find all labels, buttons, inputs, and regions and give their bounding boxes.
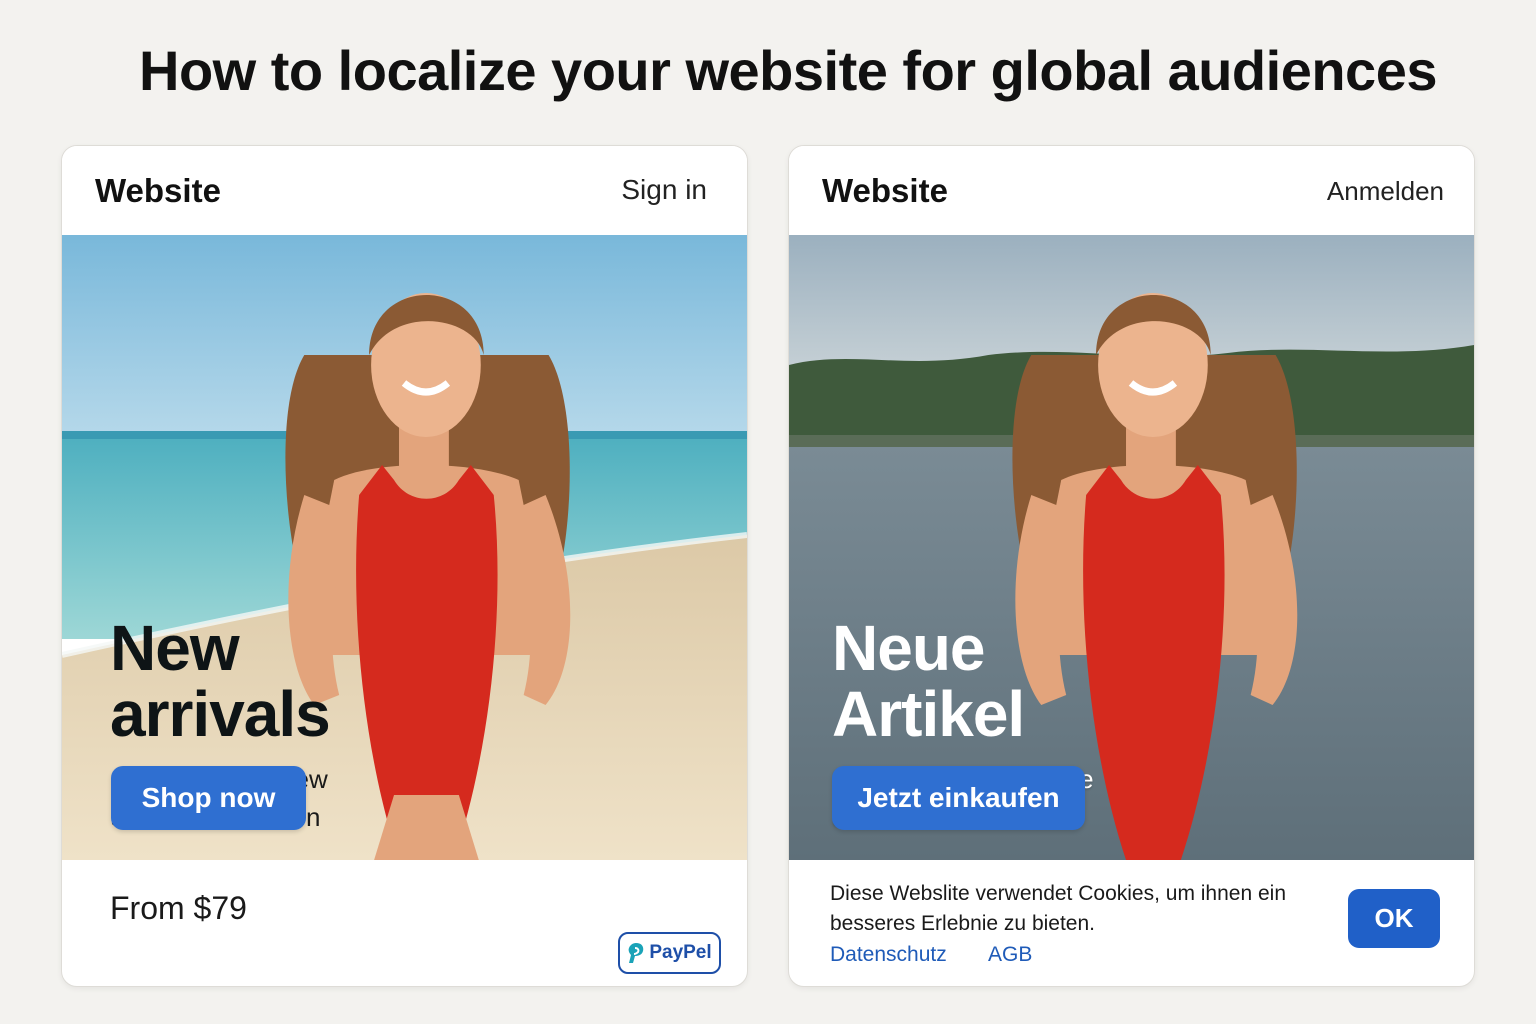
cookie-message: Diese Webslite verwendet Cookies, um ihn… bbox=[830, 882, 1287, 935]
sign-in-link[interactable]: Sign in bbox=[621, 174, 707, 206]
hero-headline: New arrivals bbox=[110, 612, 331, 750]
page-title: How to localize your website for global … bbox=[139, 39, 1437, 102]
terms-link[interactable]: AGB bbox=[988, 943, 1032, 967]
german-website-card: Website Anmelden Neue Artikel Jetzt eink… bbox=[788, 145, 1475, 987]
site-logo[interactable]: Website bbox=[95, 172, 221, 210]
site-logo[interactable]: Website bbox=[822, 172, 948, 210]
shop-now-button[interactable]: Jetzt einkaufen bbox=[832, 766, 1085, 830]
shop-now-button[interactable]: Shop now bbox=[111, 766, 306, 830]
hero-headline: Neue Artikel bbox=[832, 612, 1025, 750]
price-label: From $79 bbox=[110, 890, 247, 926]
cookie-ok-button[interactable]: OK bbox=[1348, 889, 1440, 948]
paypal-label: PayPel bbox=[649, 942, 712, 963]
site-header: Website Sign in bbox=[62, 146, 747, 235]
privacy-link[interactable]: Datenschutz bbox=[830, 943, 947, 967]
site-header: Website Anmelden bbox=[789, 146, 1474, 235]
paypal-logo-icon bbox=[628, 943, 644, 963]
sign-in-link[interactable]: Anmelden bbox=[1327, 176, 1444, 207]
english-website-card: Website Sign in New arrivals Shop now Fr… bbox=[61, 145, 748, 987]
paypal-badge[interactable]: PayPel bbox=[618, 932, 721, 974]
